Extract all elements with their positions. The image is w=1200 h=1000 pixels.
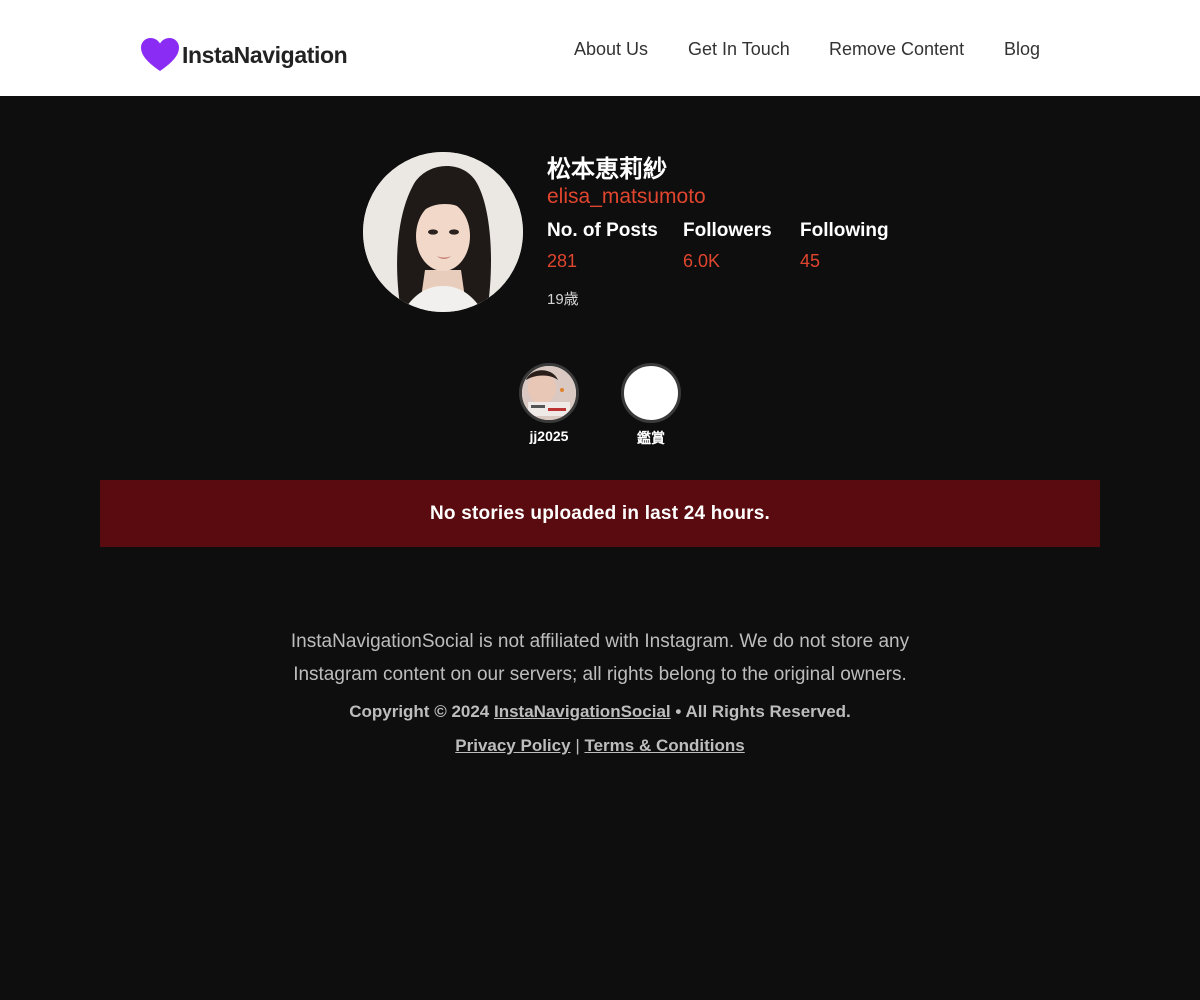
privacy-policy-link[interactable]: Privacy Policy <box>455 736 570 755</box>
avatar-image <box>363 152 523 312</box>
highlight-label: 鑑賞 <box>637 430 665 446</box>
copyright-prefix: Copyright © 2024 <box>349 702 490 721</box>
heart-icon <box>141 38 179 71</box>
stat-label: No. of Posts <box>547 220 658 241</box>
terms-conditions-link[interactable]: Terms & Conditions <box>584 736 744 755</box>
highlight-thumbnail[interactable] <box>519 363 579 423</box>
logo-text: InstaNavigation <box>182 41 348 68</box>
site-logo[interactable]: InstaNavigation <box>141 38 348 72</box>
stat-value: 281 <box>547 251 578 271</box>
stories-notice: No stories uploaded in last 24 hours. <box>100 480 1100 547</box>
profile-bio: 19歳 <box>547 291 579 308</box>
copyright-suffix: • All Rights Reserved. <box>675 702 851 721</box>
nav-about-us[interactable]: About Us <box>574 39 648 60</box>
stat-posts: No. of Posts 281 <box>547 220 658 272</box>
copyright-site-link[interactable]: InstaNavigationSocial <box>494 702 671 721</box>
footer-disclaimer: InstaNavigationSocial is not affiliated … <box>200 625 1000 691</box>
stat-label: Followers <box>683 220 772 241</box>
site-header: InstaNavigation About Us Get In Touch Re… <box>0 0 1200 96</box>
profile-avatar <box>363 152 523 312</box>
footer-copyright: Copyright © 2024 InstaNavigationSocial •… <box>200 702 1000 722</box>
footer-legal-links: Privacy Policy | Terms & Conditions <box>200 736 1000 756</box>
nav-blog[interactable]: Blog <box>1004 39 1040 60</box>
legal-separator: | <box>575 736 580 755</box>
stat-value: 6.0K <box>683 251 721 271</box>
highlight-label: jj2025 <box>529 428 569 444</box>
highlight-jj2025[interactable]: jj2025 <box>519 363 579 444</box>
disclaimer-line-1: InstaNavigationSocial is not affiliated … <box>290 631 910 652</box>
highlight-thumbnail[interactable] <box>621 363 681 423</box>
stat-label: Following <box>800 220 889 241</box>
disclaimer-line-2: Instagram content on our servers; all ri… <box>293 664 907 685</box>
stat-following: Following 45 <box>800 220 889 272</box>
stat-value: 45 <box>800 251 821 271</box>
profile-display-name: 松本恵莉紗 <box>547 156 667 183</box>
highlight-image <box>522 366 576 420</box>
profile-username: elisa_matsumoto <box>547 185 706 208</box>
nav-remove-content[interactable]: Remove Content <box>829 39 964 60</box>
highlight-kansho[interactable]: 鑑賞 <box>621 363 681 448</box>
nav-get-in-touch[interactable]: Get In Touch <box>688 39 790 60</box>
stat-followers: Followers 6.0K <box>683 220 772 272</box>
